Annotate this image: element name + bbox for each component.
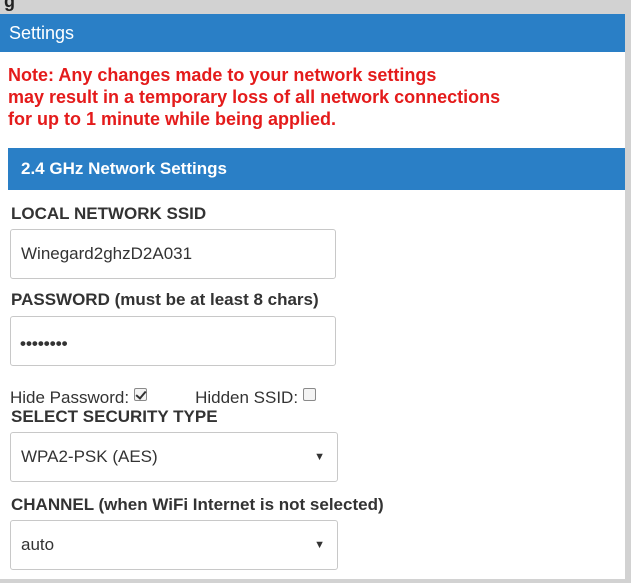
network-warning-note: Note: Any changes made to your network s… (8, 64, 631, 130)
top-strip: g (0, 0, 631, 14)
hide-password-checkbox[interactable] (134, 387, 148, 401)
note-line-2: may result in a temporary loss of all ne… (8, 87, 501, 107)
security-type-value: WPA2-PSK (AES) (21, 447, 158, 466)
password-input[interactable] (10, 316, 336, 366)
note-line-3: for up to 1 minute while being applied. (8, 109, 337, 129)
password-label: PASSWORD (must be at least 8 chars) (11, 290, 319, 309)
right-edge (625, 14, 631, 583)
note-line-1: Note: Any changes made to your network s… (8, 65, 437, 85)
hidden-ssid-checkbox[interactable] (303, 387, 317, 401)
dropdown-arrow-icon: ▼ (314, 539, 325, 551)
channel-value: auto (21, 535, 55, 554)
channel-select[interactable]: auto ▼ (10, 520, 338, 570)
channel-label: CHANNEL (when WiFi Internet is not selec… (11, 495, 384, 514)
settings-panel: Settings Note: Any changes made to your … (0, 14, 625, 579)
ssid-input[interactable] (10, 229, 336, 279)
bottom-strip (0, 579, 631, 583)
dropdown-arrow-icon: ▼ (314, 451, 325, 463)
hidden-ssid-label: Hidden SSID: (195, 388, 299, 407)
security-type-select[interactable]: WPA2-PSK (AES) ▼ (10, 432, 338, 482)
ssid-label: LOCAL NETWORK SSID (11, 204, 207, 223)
security-type-label: SELECT SECURITY TYPE (11, 407, 218, 426)
section-header-24ghz: 2.4 GHz Network Settings (8, 148, 625, 190)
settings-header: Settings (0, 14, 625, 52)
hide-password-label: Hide Password: (10, 388, 130, 407)
cut-off-heading: g (4, 0, 15, 11)
